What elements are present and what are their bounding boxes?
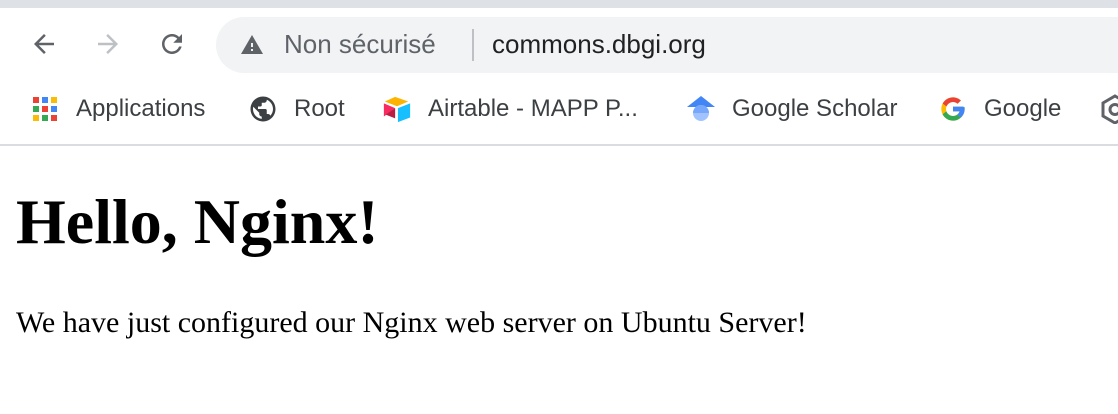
- bookmark-label: Google: [984, 95, 1062, 122]
- page-heading: Hello, Nginx!: [16, 186, 379, 257]
- reload-icon: [162, 34, 182, 54]
- warning-triangle-icon[interactable]: [240, 33, 264, 57]
- bookmark-overflow-partial[interactable]: [1100, 92, 1118, 126]
- bookmark-google-scholar[interactable]: Google Scholar: [686, 92, 897, 126]
- bookmark-applications[interactable]: Applications: [30, 92, 205, 126]
- airtable-icon: [382, 94, 412, 124]
- bookmark-google[interactable]: Google: [938, 92, 1061, 126]
- hexagon-icon: [1100, 94, 1118, 124]
- bookmark-label: Google Scholar: [732, 95, 898, 122]
- forward-button[interactable]: [86, 22, 130, 66]
- bookmark-label: Applications: [76, 95, 206, 122]
- globe-icon: [248, 94, 278, 124]
- arrow-right-icon: [98, 34, 118, 54]
- google-scholar-icon: [686, 94, 716, 124]
- tab-strip: [0, 0, 1118, 8]
- arrow-left-icon: [34, 34, 54, 54]
- page-paragraph: We have just configured our Nginx web se…: [16, 306, 807, 339]
- omnibox-separator: [472, 29, 474, 61]
- page-content: Hello, Nginx! We have just configured ou…: [0, 146, 1118, 414]
- back-button[interactable]: [22, 22, 66, 66]
- url-text[interactable]: commons.dbgi.org: [492, 29, 706, 60]
- bookmarks-bar: Applications Root Airtable - MAPP P... G…: [0, 82, 1118, 144]
- bookmark-root[interactable]: Root: [248, 92, 345, 126]
- bookmark-label: Root: [294, 95, 345, 122]
- apps-grid-icon: [30, 94, 60, 124]
- browser-toolbar: Non sécurisé commons.dbgi.org: [0, 8, 1118, 82]
- address-bar[interactable]: Non sécurisé commons.dbgi.org: [216, 17, 1118, 73]
- browser-chrome: Non sécurisé commons.dbgi.org Applicatio…: [0, 0, 1118, 146]
- google-g-icon: [938, 94, 968, 124]
- bookmark-label: Airtable - MAPP P...: [428, 95, 638, 122]
- security-status-label[interactable]: Non sécurisé: [284, 29, 436, 60]
- bookmark-airtable[interactable]: Airtable - MAPP P...: [382, 92, 638, 126]
- reload-button[interactable]: [150, 22, 194, 66]
